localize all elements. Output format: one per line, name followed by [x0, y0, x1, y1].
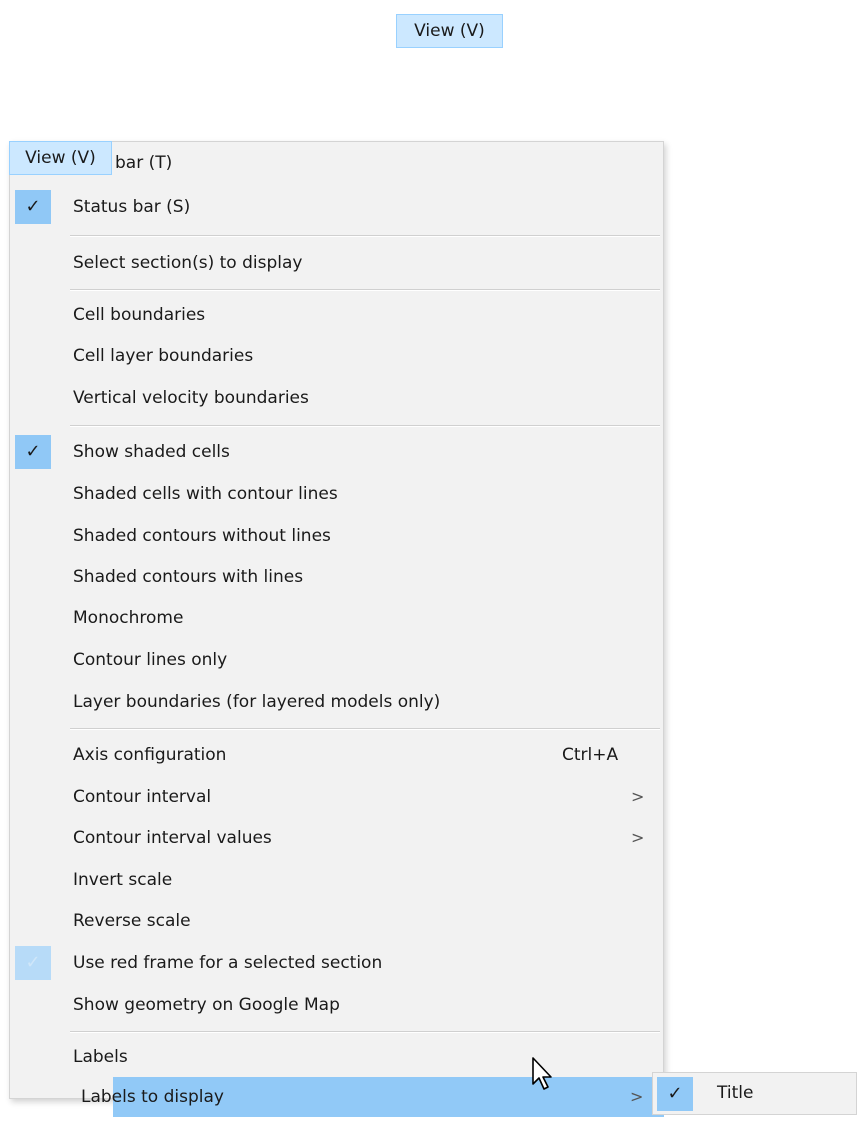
- labels-to-display-submenu: ✓ Title: [652, 1072, 857, 1115]
- chevron-right-icon: >: [631, 828, 645, 847]
- menu-item-label: Status bar (S): [73, 197, 191, 217]
- menu-item-labels[interactable]: Labels: [11, 1037, 662, 1077]
- menu-separator: [70, 425, 660, 427]
- menu-item-reverse-scale[interactable]: Reverse scale: [11, 901, 662, 941]
- menu-item-show-shaded-cells[interactable]: ✓ Show shaded cells: [11, 432, 662, 472]
- menu-item-label: Labels: [73, 1047, 128, 1067]
- view-menu-button[interactable]: View (V): [396, 14, 503, 48]
- menu-item-label: Invert scale: [73, 870, 173, 890]
- check-icon: ✓: [657, 1077, 693, 1111]
- menu-item-label: Axis configuration: [73, 745, 227, 765]
- menu-item-label: Contour interval: [73, 787, 212, 807]
- menu-item-label: Reverse scale: [73, 911, 191, 931]
- menu-item-show-geometry-google-map[interactable]: Show geometry on Google Map: [11, 985, 662, 1025]
- menu-item-layer-boundaries[interactable]: Layer boundaries (for layered models onl…: [11, 682, 662, 722]
- menu-separator: [70, 1031, 660, 1033]
- menu-item-label: Cell boundaries: [73, 305, 206, 325]
- menu-item-label: Cell layer boundaries: [73, 346, 254, 366]
- menu-item-label: Layer boundaries (for layered models onl…: [73, 692, 441, 712]
- menu-item-label: Monochrome: [73, 608, 184, 628]
- menu-item-label: Select section(s) to display: [73, 253, 303, 273]
- menu-item-label: Vertical velocity boundaries: [73, 388, 309, 408]
- menu-item-contour-interval-values[interactable]: Contour interval values >: [11, 818, 662, 858]
- menu-item-label: Shaded contours with lines: [73, 567, 304, 587]
- menu-separator: [70, 289, 660, 291]
- menu-item-contour-interval[interactable]: Contour interval >: [11, 777, 662, 817]
- menu-item-label: Use red frame for a selected section: [73, 953, 383, 973]
- menu-item-vertical-velocity-boundaries[interactable]: Vertical velocity boundaries: [11, 378, 662, 418]
- chevron-right-icon: >: [631, 787, 645, 806]
- menu-item-monochrome[interactable]: Monochrome: [11, 598, 662, 638]
- menu-item-label: Labels to display: [81, 1087, 224, 1107]
- menu-item-label: Contour interval values: [73, 828, 272, 848]
- view-menu-tab[interactable]: View (V): [9, 141, 112, 175]
- menu-item-cell-boundaries[interactable]: Cell boundaries: [11, 295, 662, 335]
- menu-separator: [70, 235, 660, 237]
- menu-item-status-bar[interactable]: ✓ Status bar (S): [11, 187, 662, 227]
- menu-item-shaded-cells-contour-lines[interactable]: Shaded cells with contour lines: [11, 474, 662, 514]
- menu-item-cell-layer-boundaries[interactable]: Cell layer boundaries: [11, 336, 662, 376]
- menu-item-use-red-frame[interactable]: ✓ Use red frame for a selected section: [11, 943, 662, 983]
- menu-item-label: Shaded cells with contour lines: [73, 484, 338, 504]
- view-dropdown-menu: bar (T) ✓ Status bar (S) Select section(…: [9, 141, 664, 1117]
- menu-item-label: Contour lines only: [73, 650, 228, 670]
- menu-item-invert-scale[interactable]: Invert scale: [11, 860, 662, 900]
- menu-item-axis-configuration[interactable]: Axis configuration Ctrl+A: [11, 735, 662, 775]
- check-icon: ✓: [15, 435, 51, 469]
- menu-separator: [70, 728, 660, 730]
- menu-item-shaded-contours-without-lines[interactable]: Shaded contours without lines: [11, 516, 662, 556]
- menu-item-label: Show geometry on Google Map: [73, 995, 340, 1015]
- menu-item-labels-to-display[interactable]: Labels to display >: [81, 1077, 664, 1117]
- chevron-right-icon: >: [630, 1087, 644, 1106]
- menu-item-select-sections[interactable]: Select section(s) to display: [11, 243, 662, 283]
- check-icon: ✓: [15, 946, 51, 980]
- menu-item-label: bar (T): [115, 153, 173, 173]
- check-icon: ✓: [15, 190, 51, 224]
- menu-item-contour-lines-only[interactable]: Contour lines only: [11, 640, 662, 680]
- menu-item-shaded-contours-with-lines[interactable]: Shaded contours with lines: [11, 557, 662, 597]
- menu-item-label: Show shaded cells: [73, 442, 230, 462]
- menu-item-label: Shaded contours without lines: [73, 526, 331, 546]
- mouse-pointer-icon: [532, 1057, 552, 1090]
- submenu-item-label: Title: [717, 1083, 754, 1103]
- shortcut-label: Ctrl+A: [562, 745, 619, 765]
